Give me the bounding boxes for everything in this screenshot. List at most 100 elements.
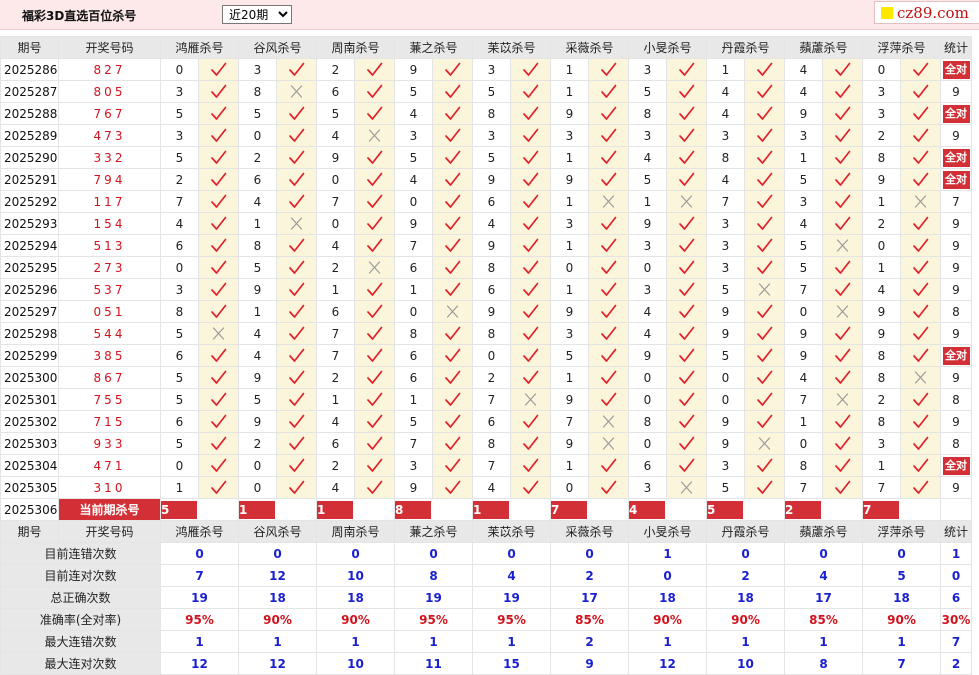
stats-value: 85% <box>550 608 629 631</box>
result-mark-cell <box>510 388 551 411</box>
result-mark-cell <box>198 124 239 147</box>
kill-number-cell: 0 <box>238 476 277 499</box>
result-mark-cell <box>432 410 473 433</box>
check-icon <box>444 106 461 121</box>
result-mark-cell <box>588 454 629 477</box>
kill-number-cell: 3 <box>550 124 589 147</box>
result-mark-cell <box>822 212 863 235</box>
check-icon <box>366 414 383 429</box>
result-mark-cell <box>822 432 863 455</box>
result-mark-cell <box>822 410 863 433</box>
current-kill-badge: 1 <box>239 500 275 519</box>
kill-number-cell: 1 <box>628 190 667 213</box>
stat-cell: 9 <box>940 212 972 235</box>
result-mark-cell <box>666 146 707 169</box>
result-mark-cell <box>354 476 395 499</box>
check-icon <box>600 392 617 407</box>
check-icon <box>834 194 851 209</box>
kill-number-cell: 0 <box>160 454 199 477</box>
kill-number-cell: 1 <box>550 454 589 477</box>
period-cell: 2025298 <box>0 322 59 345</box>
stats-value: 90% <box>628 608 707 631</box>
result-mark-cell <box>744 410 785 433</box>
kill-number-cell: 9 <box>550 168 589 191</box>
result-mark-cell <box>198 454 239 477</box>
kill-number-cell: 8 <box>472 102 511 125</box>
result-mark-cell <box>510 476 551 499</box>
check-icon <box>912 106 929 121</box>
column-header: 鸿雁杀号 <box>160 36 239 59</box>
logo-text: cz89.com <box>897 3 969 22</box>
kill-number-cell: 0 <box>550 476 589 499</box>
stats-row: 总正确次数 19 18 18 19 19 17 18 18 17 18 6 <box>0 586 972 609</box>
check-icon <box>288 260 305 275</box>
period-cell: 2025292 <box>0 190 59 213</box>
check-icon <box>678 392 695 407</box>
check-icon <box>210 150 227 165</box>
column-header: 蘋藘杀号 <box>784 36 863 59</box>
kill-number-cell: 8 <box>472 432 511 455</box>
check-icon <box>600 84 617 99</box>
kill-number-cell: 0 <box>862 58 901 81</box>
result-mark-cell <box>198 256 239 279</box>
stat-cell: 9 <box>940 234 972 257</box>
result-mark-cell <box>276 388 317 411</box>
kill-number-cell: 3 <box>550 212 589 235</box>
draw-number-cell: 310 <box>58 476 161 499</box>
kill-number-cell: 2 <box>862 388 901 411</box>
check-icon <box>210 172 227 187</box>
kill-number-cell: 1 <box>316 278 355 301</box>
stats-label: 目前连对次数 <box>0 564 161 587</box>
draw-number-cell: 332 <box>58 146 161 169</box>
kill-number-table: 期号 开奖号码 鸿雁杀号 谷风杀号 周南杀号 蒹之杀号 苿苡杀号 采薇杀号 小旻杀号 丹霞杀号 蘋藘… <box>0 36 972 675</box>
period-cell: 2025305 <box>0 476 59 499</box>
kill-number-cell: 4 <box>628 322 667 345</box>
check-icon <box>522 348 539 363</box>
site-logo[interactable]: cz89.com <box>874 1 979 24</box>
result-mark-cell <box>276 234 317 257</box>
stats-value: 7 <box>862 652 941 675</box>
result-mark-cell <box>666 410 707 433</box>
result-mark-cell <box>198 410 239 433</box>
stats-value: 2 <box>550 564 629 587</box>
result-mark-cell <box>744 168 785 191</box>
kill-number-cell: 4 <box>316 124 355 147</box>
kill-number-cell: 2 <box>238 146 277 169</box>
current-kill-badge: 5 <box>707 500 743 519</box>
result-mark-cell <box>510 102 551 125</box>
result-mark-cell <box>510 146 551 169</box>
logo-square-icon <box>881 6 893 19</box>
result-mark-cell <box>822 168 863 191</box>
kill-number-cell: 8 <box>862 410 901 433</box>
result-mark-cell <box>510 410 551 433</box>
result-mark-cell <box>198 80 239 103</box>
result-mark-cell <box>588 278 629 301</box>
check-icon <box>678 370 695 385</box>
check-icon <box>210 194 227 209</box>
result-mark-cell <box>744 366 785 389</box>
result-mark-cell <box>822 58 863 81</box>
result-mark-cell <box>666 388 707 411</box>
current-kill-cell: 5 <box>706 498 785 521</box>
table-row: 2025295 273 0 5 2 6 8 0 0 3 5 1 9 <box>0 256 972 279</box>
kill-number-cell: 0 <box>628 256 667 279</box>
check-icon <box>834 370 851 385</box>
result-mark-cell <box>666 454 707 477</box>
all-correct-badge: 全对 <box>942 170 970 189</box>
kill-number-cell: 6 <box>394 256 433 279</box>
draw-number-cell: 537 <box>58 278 161 301</box>
check-icon <box>756 260 773 275</box>
check-icon <box>444 150 461 165</box>
check-icon <box>600 62 617 77</box>
check-icon <box>444 172 461 187</box>
stats-label: 最大连对次数 <box>0 652 161 675</box>
check-icon <box>288 128 305 143</box>
period-cell: 2025301 <box>0 388 59 411</box>
check-icon <box>288 238 305 253</box>
result-mark-cell <box>510 80 551 103</box>
period-select[interactable]: 近20期 <box>222 5 292 24</box>
result-mark-cell <box>822 146 863 169</box>
kill-number-cell: 9 <box>706 410 745 433</box>
result-mark-cell <box>900 322 941 345</box>
check-icon <box>912 216 929 231</box>
